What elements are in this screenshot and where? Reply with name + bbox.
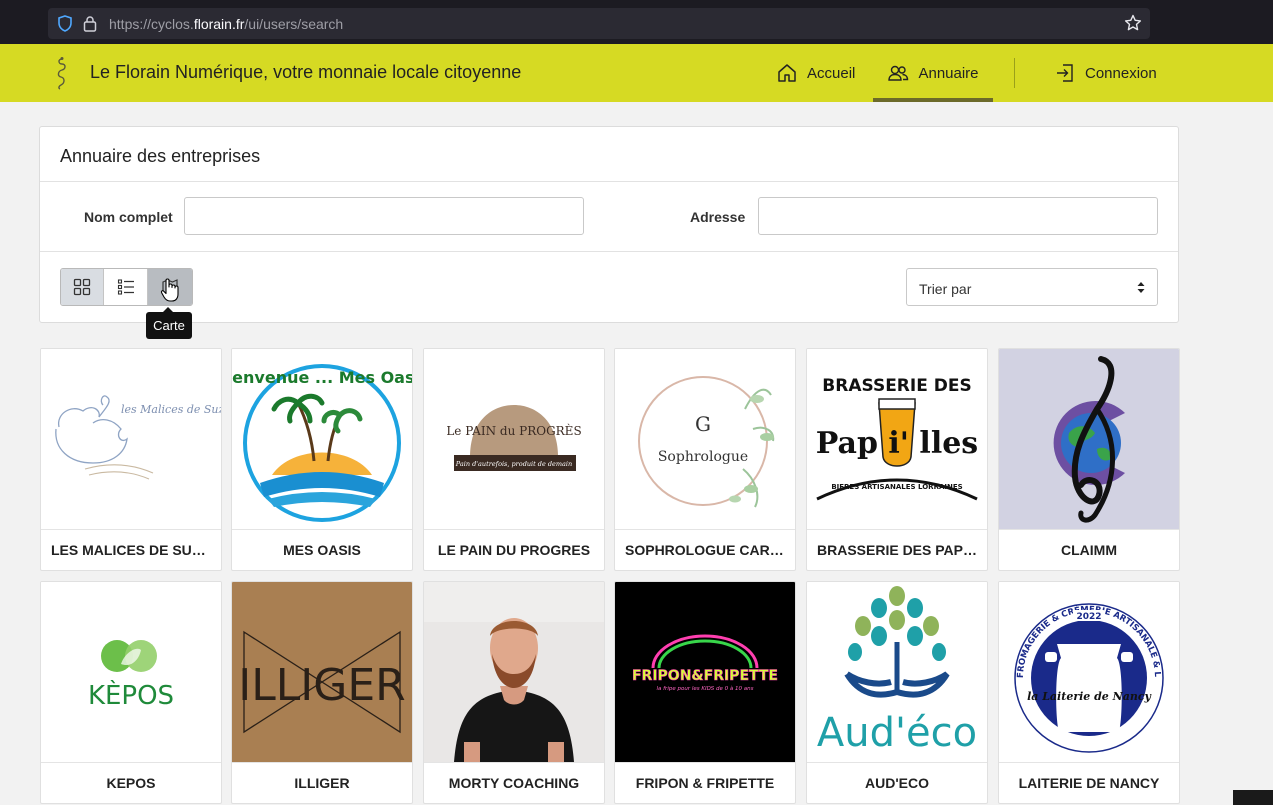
business-name: SOPHROLOGUE CARO…	[615, 529, 795, 570]
svg-text:Sophrologue: Sophrologue	[658, 449, 748, 465]
business-name: KEPOS	[41, 762, 221, 803]
business-name: AUD'ECO	[807, 762, 987, 803]
svg-text:la Laiterie de Nancy: la Laiterie de Nancy	[1027, 690, 1152, 703]
svg-text:Pain d'autrefois, produit de d: Pain d'autrefois, produit de demain	[455, 460, 572, 468]
users-icon	[888, 65, 909, 81]
map-view-tooltip: Carte	[146, 307, 192, 339]
divider	[40, 181, 1178, 182]
florain-logo-icon[interactable]	[52, 56, 72, 90]
svg-text:Aud'éco: Aud'éco	[817, 710, 977, 756]
business-logo: G Sophrologue	[615, 349, 795, 529]
address-input[interactable]	[758, 197, 1158, 235]
svg-text:BIERES ARTISANALES LORRAINES: BIERES ARTISANALES LORRAINES	[831, 483, 962, 491]
business-logo	[999, 349, 1179, 529]
address-label: Adresse	[690, 209, 746, 225]
business-tile[interactable]: BRASSERIE DES Pap i' lles BIERES ARTISAN…	[806, 348, 988, 571]
business-tile[interactable]: ILLIGER ILLIGER	[231, 581, 413, 804]
login-icon	[1057, 64, 1073, 82]
bookmark-star-icon[interactable]	[1124, 14, 1142, 32]
business-photo	[424, 582, 604, 762]
business-tile[interactable]: Bienvenue ... Mes Oasis MES OASIS	[231, 348, 413, 571]
nav-directory[interactable]: Annuaire	[873, 44, 993, 102]
business-logo: Bienvenue ... Mes Oasis	[232, 349, 412, 529]
business-name: CLAIMM	[999, 529, 1179, 570]
business-tile[interactable]: MORTY COACHING	[423, 581, 605, 804]
business-tile[interactable]: CLAIMM	[998, 348, 1180, 571]
grid-view-button[interactable]	[61, 269, 105, 305]
svg-text:ILLIGER: ILLIGER	[238, 660, 405, 711]
nav-login-label: Connexion	[1085, 64, 1157, 82]
business-tile[interactable]: Le PAIN du PROGRÈS Pain d'autrefois, pro…	[423, 348, 605, 571]
business-name: ILLIGER	[232, 762, 412, 803]
svg-text:Le PAIN du PROGRÈS: Le PAIN du PROGRÈS	[446, 423, 581, 438]
sort-arrows-icon	[1137, 282, 1145, 293]
business-tile[interactable]: Aud'éco AUD'ECO	[806, 581, 988, 804]
sort-select[interactable]: Trier par	[906, 268, 1158, 306]
business-name: LE PAIN DU PROGRES	[424, 529, 604, 570]
address-bar[interactable]: https://cyclos.florain.fr/ui/users/searc…	[48, 8, 1150, 39]
business-logo: BRASSERIE DES Pap i' lles BIERES ARTISAN…	[807, 349, 987, 529]
business-logo: Le PAIN du PROGRÈS Pain d'autrefois, pro…	[424, 349, 604, 529]
url-text: https://cyclos.florain.fr/ui/users/searc…	[109, 16, 344, 32]
business-name: BRASSERIE DES PAPIL…	[807, 529, 987, 570]
nav-directory-label: Annuaire	[918, 64, 979, 82]
business-tile[interactable]: FROMAGERIE & CRÉMERIE ARTISANALE & LOCAL…	[998, 581, 1180, 804]
business-name: FRIPON & FRIPETTE	[615, 762, 795, 803]
svg-text:Pap i' lles: Pap i' lles	[816, 426, 978, 461]
nav-home[interactable]: Accueil	[776, 44, 855, 102]
svg-text:BRASSERIE DES: BRASSERIE DES	[822, 376, 971, 396]
browser-toolbar: https://cyclos.florain.fr/ui/users/searc…	[0, 0, 1273, 44]
svg-text:G: G	[695, 412, 711, 436]
svg-text:KÈPOS: KÈPOS	[88, 679, 174, 711]
divider	[40, 251, 1178, 252]
card-title: Annuaire des entreprises	[60, 146, 261, 166]
lock-icon[interactable]	[83, 15, 97, 32]
business-logo: ILLIGER	[232, 582, 412, 762]
business-logo: FRIPON&FRIPETTE la fripe pour les KIDS d…	[615, 582, 795, 762]
business-logo: FROMAGERIE & CRÉMERIE ARTISANALE & LOCAL…	[999, 582, 1179, 762]
business-name: MORTY COACHING	[424, 762, 604, 803]
shield-icon[interactable]	[57, 15, 73, 32]
business-name: MES OASIS	[232, 529, 412, 570]
business-logo: KÈPOS	[41, 582, 221, 762]
grid-icon	[74, 278, 91, 296]
svg-text:FRIPON&FRIPETTE: FRIPON&FRIPETTE	[632, 668, 778, 684]
list-view-button[interactable]	[104, 269, 148, 305]
name-input[interactable]	[184, 197, 584, 235]
business-name: LES MALICES DE SUZE…	[41, 529, 221, 570]
app-title[interactable]: Le Florain Numérique, votre monnaie loca…	[90, 62, 521, 83]
business-tile[interactable]: FRIPON&FRIPETTE la fripe pour les KIDS d…	[614, 581, 796, 804]
list-icon	[117, 279, 134, 295]
svg-text:Bienvenue ... Mes Oasis: Bienvenue ... Mes Oasis	[232, 368, 412, 387]
hand-cursor-icon	[160, 278, 179, 302]
name-label: Nom complet	[84, 209, 173, 225]
sort-select-label: Trier par	[919, 281, 972, 297]
business-name: LAITERIE DE NANCY	[999, 762, 1179, 803]
search-card: Annuaire des entreprises Nom complet Adr…	[39, 126, 1179, 323]
business-tile[interactable]: KÈPOS KEPOS	[40, 581, 222, 804]
business-logo: Aud'éco	[807, 582, 987, 762]
business-logo: les Malices de Suzette	[41, 349, 221, 529]
app-header: Le Florain Numérique, votre monnaie loca…	[0, 44, 1273, 102]
scroll-to-top-button[interactable]	[1233, 790, 1273, 805]
nav-divider	[1014, 58, 1015, 88]
svg-text:2022: 2022	[1076, 612, 1101, 622]
business-tile[interactable]: G Sophrologue SOPHROLOGUE CARO…	[614, 348, 796, 571]
nav-home-label: Accueil	[807, 64, 856, 82]
business-tile[interactable]: les Malices de Suzette LES MALICES DE SU…	[40, 348, 222, 571]
nav-login[interactable]: Connexion	[1054, 44, 1157, 102]
home-icon	[778, 64, 796, 82]
svg-text:la fripe pour les KIDS de 0 à: la fripe pour les KIDS de 0 à 10 ans	[656, 685, 753, 692]
svg-text:les Malices de Suzette: les Malices de Suzette	[121, 403, 221, 416]
